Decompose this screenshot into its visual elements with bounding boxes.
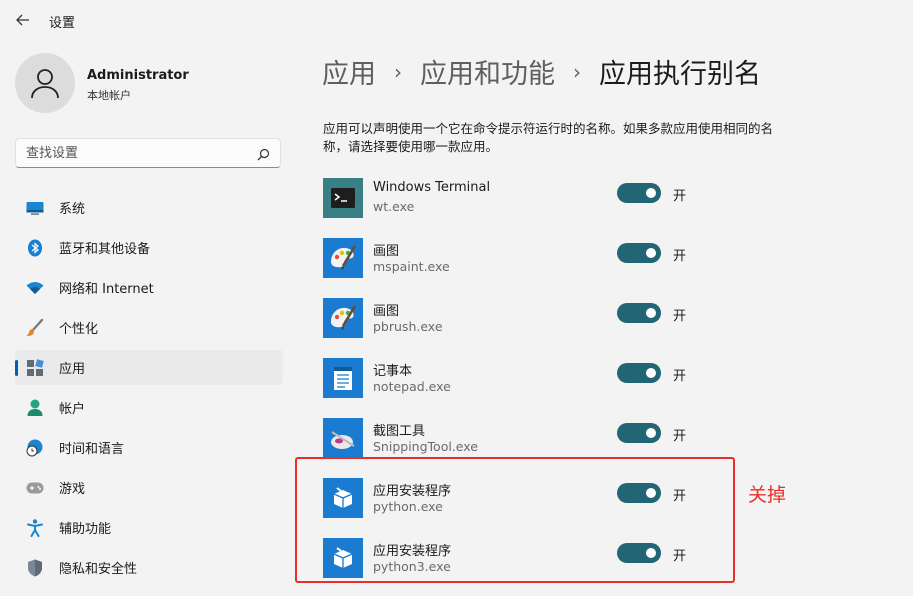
globe-clock-icon	[26, 439, 44, 457]
alias-toggle[interactable]	[617, 363, 661, 383]
sidebar-item-personalization[interactable]: 个性化	[15, 310, 283, 345]
sidebar-item-gaming[interactable]: 游戏	[15, 470, 283, 505]
back-arrow-icon[interactable]	[14, 11, 32, 29]
list-item: Windows Terminal wt.exe 开	[323, 176, 743, 236]
app-name: Windows Terminal	[373, 180, 491, 195]
search-box[interactable]	[15, 138, 281, 168]
toggle-state-label: 开	[673, 429, 687, 444]
breadcrumb-apps-features[interactable]: 应用和功能	[420, 52, 555, 91]
snipping-tool-icon	[323, 418, 363, 458]
alias-exe: SnippingTool.exe	[373, 439, 478, 454]
sidebar-item-label: 蓝牙和其他设备	[59, 242, 151, 257]
person-icon	[31, 69, 59, 99]
user-name: Administrator	[87, 68, 189, 83]
alias-toggle[interactable]	[617, 243, 661, 263]
alias-toggle[interactable]	[617, 303, 661, 323]
alias-exe: mspaint.exe	[373, 259, 450, 274]
sidebar-item-bluetooth[interactable]: 蓝牙和其他设备	[15, 230, 283, 265]
page-title: 应用执行别名	[599, 59, 761, 90]
bluetooth-icon	[26, 239, 44, 257]
search-icon[interactable]	[257, 146, 270, 165]
monitor-icon	[26, 199, 44, 217]
list-item: 画图 pbrush.exe 开	[323, 296, 743, 356]
sidebar-item-label: 应用	[59, 362, 86, 377]
notepad-icon	[323, 358, 363, 398]
toggle-state-label: 开	[673, 309, 687, 324]
sidebar-item-label: 帐户	[59, 402, 86, 417]
sidebar-item-network[interactable]: 网络和 Internet	[15, 270, 283, 305]
terminal-icon	[323, 178, 363, 218]
brush-icon	[26, 319, 44, 337]
person-icon	[26, 399, 44, 417]
chevron-right-icon: ›	[573, 59, 581, 84]
toggle-state-label: 开	[673, 189, 687, 204]
annotation-highlight-box	[295, 457, 735, 583]
wifi-icon	[26, 279, 44, 297]
sidebar-item-label: 隐私和安全性	[59, 562, 138, 577]
breadcrumb-apps[interactable]: 应用	[322, 52, 376, 91]
sidebar-item-label: 个性化	[59, 322, 99, 337]
alias-toggle[interactable]	[617, 423, 661, 443]
app-name: 截图工具	[373, 424, 426, 439]
breadcrumb: 应用 › 应用和功能 › 应用执行别名	[322, 52, 761, 91]
sidebar-nav: 系统 蓝牙和其他设备 网络和 Internet 个性化 应用 帐户 时间和语言 …	[15, 190, 283, 590]
account-type: 本地帐户	[87, 89, 131, 102]
toggle-state-label: 开	[673, 369, 687, 384]
paint-icon	[323, 238, 363, 278]
toggle-state-label: 开	[673, 249, 687, 264]
page-description: 应用可以声明使用一个它在命令提示符运行时的名称。如果多款应用使用相同的名称，请选…	[323, 121, 774, 154]
search-input[interactable]	[26, 144, 246, 162]
alias-exe: pbrush.exe	[373, 319, 443, 334]
avatar[interactable]	[15, 53, 75, 113]
paint-icon	[323, 298, 363, 338]
sidebar-item-time-language[interactable]: 时间和语言	[15, 430, 283, 465]
sidebar-item-accessibility[interactable]: 辅助功能	[15, 510, 283, 545]
alias-exe: notepad.exe	[373, 379, 451, 394]
sidebar-item-label: 辅助功能	[59, 522, 112, 537]
apps-icon	[26, 359, 44, 377]
alias-exe: wt.exe	[373, 199, 415, 214]
list-item: 记事本 notepad.exe 开	[323, 356, 743, 416]
sidebar-item-privacy[interactable]: 隐私和安全性	[15, 550, 283, 585]
app-name: 记事本	[373, 364, 413, 379]
gamepad-icon	[26, 479, 44, 497]
window-title: 设置	[49, 16, 76, 31]
list-item: 画图 mspaint.exe 开	[323, 236, 743, 296]
sidebar-item-label: 游戏	[59, 482, 86, 497]
app-name: 画图	[373, 304, 400, 319]
sidebar-item-label: 系统	[59, 202, 86, 217]
sidebar-item-label: 网络和 Internet	[59, 282, 154, 297]
chevron-right-icon: ›	[394, 59, 402, 84]
accessibility-icon	[26, 519, 44, 537]
annotation-text: 关掉	[748, 484, 787, 506]
sidebar-item-apps[interactable]: 应用	[15, 350, 283, 385]
shield-icon	[26, 559, 44, 577]
app-name: 画图	[373, 244, 400, 259]
sidebar-item-accounts[interactable]: 帐户	[15, 390, 283, 425]
sidebar-item-label: 时间和语言	[59, 442, 125, 457]
sidebar-item-system[interactable]: 系统	[15, 190, 283, 225]
alias-toggle[interactable]	[617, 183, 661, 203]
